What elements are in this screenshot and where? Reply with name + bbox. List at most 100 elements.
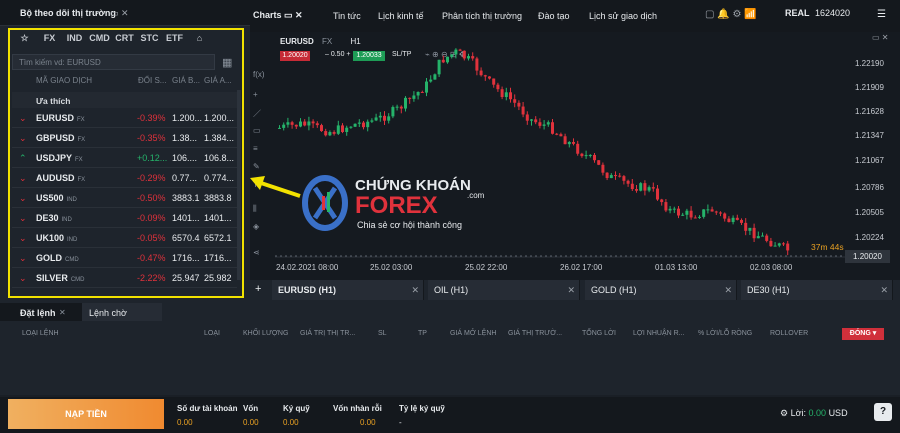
candle-body <box>727 218 731 223</box>
col-sl[interactable]: SL <box>378 330 387 337</box>
logo-dotcom: .com <box>467 191 485 200</box>
y-tick: 1.21067 <box>855 156 884 165</box>
balance-value: 0.00 <box>177 418 193 427</box>
candle-body <box>395 106 399 108</box>
chart-tab[interactable]: EURUSD (H1) ✕ <box>272 280 424 300</box>
col-volume[interactable]: KHỐI LƯỢNG <box>243 330 288 337</box>
candle-body <box>366 121 370 128</box>
margin-label: Ký quỹ <box>283 404 310 413</box>
candle-body <box>429 79 433 82</box>
candle-body <box>639 183 643 191</box>
candle-body <box>689 210 693 218</box>
candle-body <box>332 132 336 134</box>
col-market-price[interactable]: GIÁ THỊ TRƯỜ... <box>508 330 562 337</box>
candle-body <box>597 160 601 165</box>
candle-body <box>735 217 739 220</box>
candle-body <box>374 117 378 121</box>
candle-body <box>681 214 685 216</box>
candle-body <box>668 208 672 211</box>
candle-body <box>588 154 592 156</box>
x-tick: 24.02.2021 08:00 <box>276 263 339 272</box>
candle-body <box>496 84 500 90</box>
candle-body <box>702 209 706 217</box>
margin-value: 0.00 <box>283 418 299 427</box>
col-net-pl-pct[interactable]: % LỜI/LỖ RÒNG <box>698 330 752 337</box>
candle-body <box>509 92 512 100</box>
free-margin-label: Vốn nhàn rỗi <box>333 404 382 413</box>
candle-body <box>299 121 302 127</box>
col-net-profit[interactable]: LỢI NHUẬN R... <box>633 330 685 337</box>
candle-body <box>710 209 714 212</box>
candle-body <box>353 123 357 127</box>
candle-body <box>635 189 638 191</box>
y-tick: 1.21909 <box>855 83 884 92</box>
close-icon: ✕ <box>567 285 575 295</box>
close-all-button[interactable]: ĐÓNG ▾ <box>842 328 884 340</box>
candle-body <box>559 134 563 137</box>
chart-tab[interactable]: OIL (H1) ✕ <box>428 280 580 300</box>
candle-body <box>425 81 428 93</box>
tab-pending-orders[interactable]: Lệnh chờ <box>82 303 162 321</box>
col-total-profit[interactable]: TỔNG LỜI <box>582 330 616 337</box>
candle-body <box>672 208 676 210</box>
candle-body <box>479 70 483 76</box>
candle-body <box>437 59 441 75</box>
col-open-price[interactable]: GIÁ MỞ LỆNH <box>450 330 496 337</box>
candle-body <box>576 143 580 154</box>
col-market-value[interactable]: GIÁ TRỊ THỊ TR... <box>300 330 355 337</box>
candle-body <box>500 89 504 98</box>
candle-body <box>383 115 386 121</box>
candle-body <box>483 75 487 77</box>
candle-body <box>530 119 533 121</box>
col-tp[interactable]: TP <box>418 330 427 337</box>
candle-body <box>324 131 328 136</box>
chart-tab[interactable]: GOLD (H1) ✕ <box>585 280 737 300</box>
candle-body <box>454 49 458 55</box>
candle-body <box>685 210 689 215</box>
candle-body <box>349 126 353 128</box>
candle-body <box>286 122 290 125</box>
candle-body <box>744 222 748 231</box>
x-tick: 25.02 22:00 <box>465 263 508 272</box>
orders-tabs: Đặt lệnh ✕ Lệnh chờ <box>0 303 162 321</box>
candle-body <box>458 49 462 51</box>
candle-body <box>563 136 567 145</box>
candle-body <box>307 121 311 126</box>
candle-body <box>290 122 294 125</box>
deposit-button[interactable]: NẠP TIỀN <box>8 399 164 429</box>
candle-body <box>336 125 340 134</box>
candle-body <box>513 99 517 103</box>
chart-tab[interactable]: DE30 (H1) ✕ <box>741 280 893 300</box>
candle-body <box>664 202 668 211</box>
help-button[interactable]: ? <box>874 403 892 421</box>
candle-body <box>294 124 298 127</box>
candle-body <box>719 212 722 214</box>
candle-body <box>555 133 559 135</box>
candle-body <box>584 155 588 157</box>
candle-body <box>651 187 655 189</box>
candle-body <box>630 183 634 190</box>
candle-body <box>462 50 466 59</box>
col-rollover[interactable]: ROLLOVER <box>770 330 808 337</box>
col-type[interactable]: LOẠI <box>204 330 220 337</box>
candle-body <box>362 122 365 128</box>
y-tick: 1.22190 <box>855 59 884 68</box>
close-icon[interactable]: ✕ <box>59 308 66 317</box>
candle-body <box>601 164 605 173</box>
logo: CHỨNG KHOÁN FOREX .com Chia sẻ cơ hội th… <box>302 175 485 231</box>
col-order-type[interactable]: LOẠI LỆNH <box>22 330 59 337</box>
candle-body <box>311 121 315 124</box>
candle-body <box>765 235 769 241</box>
candle-body <box>748 227 752 231</box>
candle-body <box>420 91 424 93</box>
close-icon: ✕ <box>724 285 732 295</box>
candle-body <box>328 132 332 136</box>
tab-place-order[interactable]: Đặt lệnh <box>20 308 56 318</box>
candle-body <box>656 188 659 200</box>
free-margin-value: 0.00 <box>360 418 376 427</box>
candle-body <box>609 175 613 179</box>
add-chart-icon[interactable]: + <box>255 283 261 295</box>
candle-body <box>773 245 777 247</box>
candle-body <box>551 122 554 134</box>
candle-body <box>504 92 508 98</box>
